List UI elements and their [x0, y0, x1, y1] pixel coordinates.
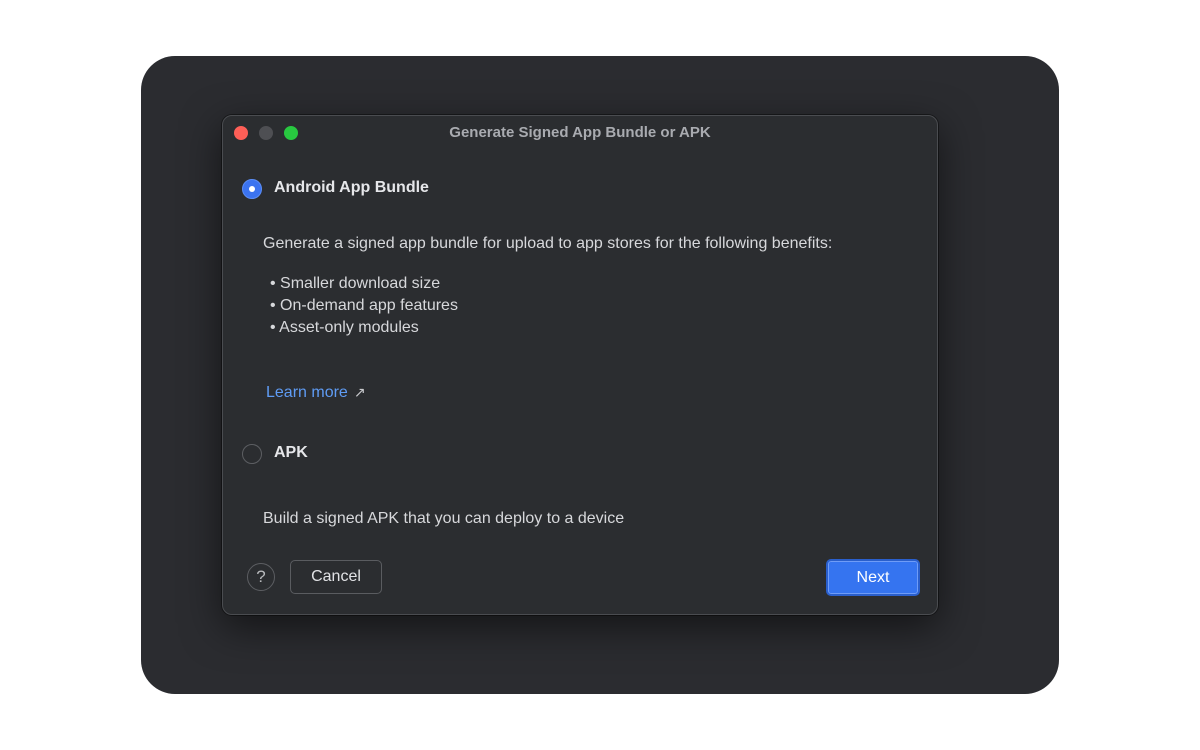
- app-bundle-label[interactable]: Android App Bundle: [274, 179, 429, 197]
- apk-radio[interactable]: [242, 444, 262, 464]
- title-bar: Generate Signed App Bundle or APK: [223, 116, 937, 150]
- learn-more-label: Learn more: [266, 384, 348, 401]
- next-button[interactable]: Next: [826, 559, 920, 596]
- app-bundle-radio[interactable]: [242, 179, 262, 199]
- apk-label[interactable]: APK: [274, 444, 308, 462]
- benefits-list: • Smaller download size • On-demand app …: [270, 273, 458, 339]
- cancel-button[interactable]: Cancel: [290, 560, 382, 594]
- apk-description: Build a signed APK that you can deploy t…: [263, 510, 625, 527]
- window-title: Generate Signed App Bundle or APK: [449, 124, 711, 141]
- app-bundle-description: Generate a signed app bundle for upload …: [263, 235, 833, 252]
- help-icon[interactable]: ?: [247, 563, 275, 591]
- external-link-icon: ↗: [353, 384, 366, 400]
- generate-signed-dialog: Generate Signed App Bundle or APK Androi…: [222, 115, 938, 615]
- list-item: • On-demand app features: [270, 297, 458, 314]
- learn-more-link[interactable]: Learn more ↗: [266, 384, 366, 402]
- list-item: • Smaller download size: [270, 275, 441, 292]
- list-item: • Asset-only modules: [270, 319, 419, 336]
